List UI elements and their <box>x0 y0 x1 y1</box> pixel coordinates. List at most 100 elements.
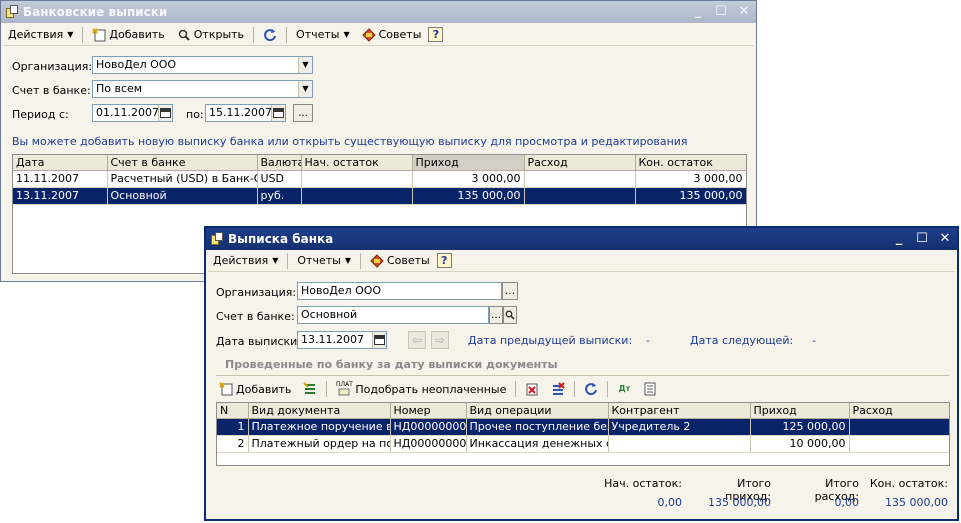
chevron-down-icon[interactable]: ▼ <box>298 81 312 97</box>
print-list-button[interactable] <box>638 380 662 399</box>
table-header: Дата Счет в банке Валюта Нач. остаток Пр… <box>13 155 746 171</box>
org-field[interactable]: НовоДел ООО <box>297 282 502 300</box>
arrow-left-icon: ⇦ <box>411 333 423 347</box>
add-button[interactable]: Добавить <box>87 25 169 44</box>
refresh-icon <box>584 382 598 396</box>
cell-income: 135 000,00 <box>412 187 525 205</box>
bank-statement-titlebar[interactable]: Выписка банка _ ☐ ✕ <box>206 228 957 250</box>
prev-statement-button[interactable]: ⇦ <box>408 331 426 349</box>
prev-date-value: - <box>646 334 650 347</box>
cell-currency: руб. <box>257 187 302 205</box>
col-header[interactable]: Счет в банке <box>107 155 258 171</box>
account-select-button[interactable]: … <box>489 306 503 324</box>
tips-button[interactable]: Советы <box>365 251 435 270</box>
cell-end: 135 000,00 <box>635 187 746 205</box>
statement-date-field[interactable]: 13.11.2007 <box>297 331 387 349</box>
add-label: Добавить <box>109 28 165 41</box>
refresh-icon <box>263 28 277 42</box>
col-header[interactable]: Валюта <box>257 155 302 171</box>
section-title: Проведенные по банку за дату выписки док… <box>225 358 558 371</box>
calendar-button[interactable] <box>158 105 172 121</box>
col-header[interactable]: Приход <box>750 403 850 419</box>
cell-start <box>301 170 413 188</box>
toolbar-divider <box>326 381 328 397</box>
cell-doc-type: Платежный ордер на пос... <box>248 435 391 453</box>
org-select[interactable]: НовоДел ООО ▼ <box>92 56 313 74</box>
arrow-right-icon: ⇨ <box>434 333 446 347</box>
table-row[interactable]: 11.11.2007 Расчетный (USD) в Банк-О... U… <box>13 170 746 188</box>
period-to-value: 15.11.2007 <box>209 106 272 119</box>
col-header[interactable]: Дата <box>13 155 108 171</box>
debit-credit-button[interactable]: Дт <box>612 380 636 399</box>
period-to-field[interactable]: 15.11.2007 <box>205 104 286 122</box>
calendar-button[interactable] <box>372 332 386 348</box>
col-header[interactable]: Расход <box>524 155 636 171</box>
bank-statements-titlebar[interactable]: Банковские выписки _ ☐ ✕ <box>1 1 756 23</box>
next-statement-button[interactable]: ⇨ <box>431 331 449 349</box>
app-icon <box>5 5 19 19</box>
refresh-button[interactable] <box>258 25 282 44</box>
close-icon[interactable]: ✕ <box>736 3 752 19</box>
pick-unpaid-button[interactable]: ПЛАТ Подобрать неоплаченные <box>331 380 511 399</box>
account-select[interactable]: По всем ▼ <box>92 80 313 98</box>
tips-button[interactable]: Советы <box>357 25 427 44</box>
actions-menu[interactable]: Действия ▼ <box>3 25 78 44</box>
bank-statement-window: Выписка банка _ ☐ ✕ Действия ▼ Отчеты ▼ Со… <box>204 226 959 521</box>
account-search-button[interactable] <box>503 306 517 324</box>
delete-button[interactable] <box>546 380 570 399</box>
cell-account: Основной <box>107 187 258 205</box>
open-button[interactable]: Открыть <box>172 25 249 44</box>
calendar-button[interactable] <box>271 105 285 121</box>
refresh-button[interactable] <box>579 380 603 399</box>
table-row[interactable]: 2 Платежный ордер на пос... НД000000001 … <box>217 435 949 453</box>
period-select-button[interactable]: ... <box>293 104 313 122</box>
help-icon[interactable]: ? <box>436 253 452 268</box>
reports-label: Отчеты <box>296 28 340 41</box>
add-document-button[interactable]: Добавить <box>214 380 296 399</box>
table-row[interactable]: 13.11.2007 Основной руб. 135 000,00 135 … <box>13 187 746 205</box>
period-from-field[interactable]: 01.11.2007 <box>92 104 173 122</box>
col-header[interactable]: N <box>217 403 249 419</box>
minimize-icon[interactable]: _ <box>891 230 907 246</box>
account-label: Счет в банке: <box>216 310 295 323</box>
col-header[interactable]: Приход <box>412 155 525 171</box>
maximize-icon[interactable]: ☐ <box>914 230 930 246</box>
maximize-icon[interactable]: ☐ <box>713 3 729 19</box>
reports-menu[interactable]: Отчеты ▼ <box>291 25 355 44</box>
chevron-down-icon[interactable]: ▼ <box>298 57 312 73</box>
cell-currency: USD <box>257 170 302 188</box>
minimize-icon[interactable]: _ <box>690 3 706 19</box>
close-icon[interactable]: ✕ <box>937 230 953 246</box>
toolbar-divider <box>359 252 361 269</box>
reports-menu[interactable]: Отчеты ▼ <box>292 251 356 270</box>
add-document-icon <box>219 382 233 396</box>
col-header[interactable]: Номер <box>390 403 467 419</box>
search-icon <box>505 310 515 320</box>
pick-unpaid-icon: ПЛАТ <box>336 382 353 396</box>
col-header[interactable]: Контрагент <box>608 403 751 419</box>
col-header[interactable]: Кон. остаток <box>635 155 746 171</box>
cell-expense <box>849 418 949 436</box>
totals-end-value: 135 000,00 <box>885 496 948 509</box>
add-label: Добавить <box>236 382 292 396</box>
col-header[interactable]: Вид операции <box>466 403 609 419</box>
org-select-button[interactable]: … <box>502 282 518 300</box>
documents-toolbar: Добавить ПЛАТ Подобрать неоплаченные Дт <box>214 378 949 400</box>
actions-menu[interactable]: Действия ▼ <box>208 251 283 270</box>
col-header[interactable]: Нач. остаток <box>301 155 413 171</box>
mark-delete-button[interactable] <box>520 380 544 399</box>
col-header[interactable]: Вид документа <box>248 403 391 419</box>
account-label: Счет в банке: <box>12 84 91 97</box>
col-header[interactable]: Расход <box>849 403 949 419</box>
account-field[interactable]: Основной <box>297 306 489 324</box>
table-row[interactable]: 1 Платежное поручение вх... НД000000001 … <box>217 418 949 436</box>
cell-start <box>301 187 413 205</box>
help-icon[interactable]: ? <box>428 27 444 42</box>
toolbar-divider <box>82 26 84 43</box>
tips-label: Советы <box>386 254 430 267</box>
app-icon <box>210 232 224 246</box>
copy-document-button[interactable] <box>298 380 322 399</box>
window-title: Выписка банка <box>228 232 334 246</box>
cell-number: НД000000001 <box>390 418 467 436</box>
documents-table[interactable]: N Вид документа Номер Вид операции Контр… <box>216 402 950 466</box>
